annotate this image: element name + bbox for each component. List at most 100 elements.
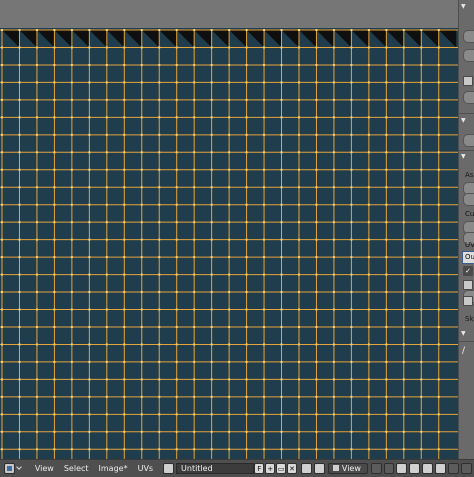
uv-vertex[interactable]	[53, 238, 56, 241]
uv-vertex[interactable]	[367, 29, 370, 31]
uv-vertex[interactable]	[140, 29, 143, 31]
uv-vertex[interactable]	[53, 168, 56, 171]
uv-vertex[interactable]	[193, 291, 196, 294]
uv-vertex[interactable]	[437, 63, 440, 66]
uv-vertex[interactable]	[297, 291, 300, 294]
uv-vertex[interactable]	[105, 63, 108, 66]
uv-vertex[interactable]	[280, 98, 283, 101]
uv-vertex[interactable]	[263, 395, 266, 398]
uv-vertex[interactable]	[367, 133, 370, 136]
uv-vertex[interactable]	[210, 221, 213, 224]
uv-vertex[interactable]	[35, 133, 38, 136]
uv-vertex[interactable]	[420, 203, 423, 206]
uv-vertex[interactable]	[228, 308, 231, 311]
uv-vertex[interactable]	[193, 360, 196, 363]
island-select-icon[interactable]	[448, 463, 460, 474]
uv-vertex[interactable]	[367, 203, 370, 206]
uv-vertex[interactable]	[1, 291, 3, 294]
uv-vertex[interactable]	[350, 81, 353, 84]
uv-vertex[interactable]	[158, 378, 161, 381]
uv-vertex[interactable]	[437, 378, 440, 381]
uv-vertex[interactable]	[18, 186, 21, 189]
uv-vertex[interactable]	[53, 151, 56, 154]
uv-vertex[interactable]	[385, 81, 388, 84]
uv-vertex[interactable]	[385, 430, 388, 433]
uv-vertex[interactable]	[332, 395, 335, 398]
uv-vertex[interactable]	[123, 291, 126, 294]
uv-vertex[interactable]	[210, 308, 213, 311]
uv-vertex[interactable]	[280, 46, 283, 49]
uv-vertex[interactable]	[263, 133, 266, 136]
uv-vertex[interactable]	[437, 116, 440, 119]
uv-vertex[interactable]	[105, 325, 108, 328]
uv-vertex[interactable]	[367, 98, 370, 101]
uv-vertex[interactable]	[420, 395, 423, 398]
uv-vertex[interactable]	[245, 98, 248, 101]
uv-vertex[interactable]	[437, 325, 440, 328]
uv-vertex[interactable]	[420, 256, 423, 259]
uv-vertex[interactable]	[88, 151, 91, 154]
uv-vertex[interactable]	[420, 116, 423, 119]
uv-vertex[interactable]	[18, 430, 21, 433]
uv-vertex[interactable]	[263, 378, 266, 381]
menu-uvs[interactable]: UVs	[138, 464, 154, 473]
uv-vertex[interactable]	[367, 168, 370, 171]
uv-vertex[interactable]	[297, 186, 300, 189]
uv-vertex[interactable]	[367, 395, 370, 398]
uv-vertex[interactable]	[420, 413, 423, 416]
uv-vertex[interactable]	[18, 29, 21, 31]
uv-vertex[interactable]	[70, 151, 73, 154]
uv-vertex[interactable]	[402, 29, 405, 31]
uv-vertex[interactable]	[245, 395, 248, 398]
uv-vertex[interactable]	[105, 46, 108, 49]
uv-vertex[interactable]	[315, 151, 318, 154]
uv-vertex[interactable]	[158, 168, 161, 171]
uv-vertex[interactable]	[297, 343, 300, 346]
menu-select[interactable]: Select	[64, 464, 89, 473]
uv-vertex[interactable]	[350, 116, 353, 119]
uv-vertex[interactable]	[297, 29, 300, 31]
uv-vertex[interactable]	[228, 395, 231, 398]
uv-vertex[interactable]	[437, 168, 440, 171]
uv-vertex[interactable]	[210, 203, 213, 206]
uv-vertex[interactable]	[175, 273, 178, 276]
uv-vertex[interactable]	[88, 325, 91, 328]
uv-vertex[interactable]	[228, 430, 231, 433]
uv-draw-type-field[interactable]: Ou	[462, 251, 474, 264]
uv-vertex[interactable]	[210, 238, 213, 241]
uv-vertex[interactable]	[280, 448, 283, 451]
uv-vertex[interactable]	[332, 308, 335, 311]
uv-vertex[interactable]	[437, 238, 440, 241]
uv-vertex[interactable]	[385, 343, 388, 346]
uv-vertex[interactable]	[53, 273, 56, 276]
uv-vertex[interactable]	[70, 81, 73, 84]
uv-vertex[interactable]	[53, 203, 56, 206]
uv-vertex[interactable]	[140, 203, 143, 206]
uv-vertex[interactable]	[385, 168, 388, 171]
uv-vertex[interactable]	[70, 448, 73, 451]
uv-vertex[interactable]	[88, 98, 91, 101]
uv-vertex[interactable]	[280, 186, 283, 189]
uv-vertex[interactable]	[437, 81, 440, 84]
uv-vertex[interactable]	[315, 29, 318, 31]
uv-vertex[interactable]	[105, 378, 108, 381]
uv-vertex[interactable]	[53, 256, 56, 259]
uv-vertex[interactable]	[228, 46, 231, 49]
uv-vertex[interactable]	[158, 360, 161, 363]
uv-sync-icon[interactable]	[313, 463, 325, 474]
uv-vertex[interactable]	[158, 343, 161, 346]
uv-vertex[interactable]	[332, 291, 335, 294]
uv-mesh-grid[interactable]	[0, 28, 458, 459]
uv-vertex[interactable]	[193, 203, 196, 206]
proportional-edit-icon[interactable]	[396, 463, 408, 474]
uv-vertex[interactable]	[350, 98, 353, 101]
uv-vertex[interactable]	[88, 343, 91, 346]
uv-vertex[interactable]	[228, 291, 231, 294]
snap-icon[interactable]	[383, 463, 395, 474]
uv-vertex[interactable]	[175, 395, 178, 398]
uv-vertex[interactable]	[228, 273, 231, 276]
uv-vertex[interactable]	[88, 291, 91, 294]
uv-vertex[interactable]	[123, 413, 126, 416]
uv-vertex[interactable]	[123, 186, 126, 189]
uv-vertex[interactable]	[437, 413, 440, 416]
